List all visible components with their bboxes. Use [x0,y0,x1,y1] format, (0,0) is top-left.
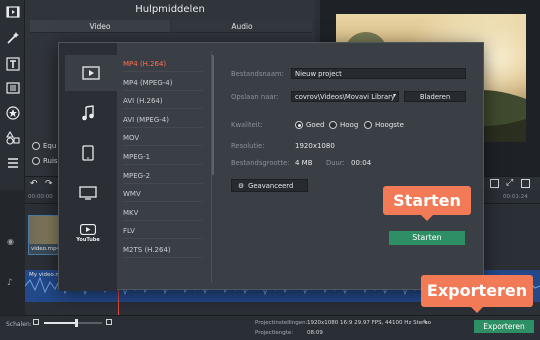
category-sidebar: YouTube [59,43,117,291]
format-item[interactable]: MKV [123,205,203,221]
undo-icon[interactable]: ↶ [30,179,38,189]
filename-field[interactable]: Nieuw project [291,68,466,79]
filesize-label: Bestandsgrootte: [231,159,290,167]
gear-icon: ⚙ [238,182,245,190]
format-item[interactable]: M2TS (H.264) [123,242,203,258]
format-item[interactable]: AVI (H.264) [123,93,203,110]
noise-radio[interactable]: Ruis [32,157,58,165]
shapes-icon[interactable] [4,129,21,146]
panel-title: Hulpmiddelen [135,4,205,15]
equalizer-radio[interactable]: Equ [32,142,56,150]
duration-value: 00:04 [351,159,372,167]
youtube-label: YouTube [76,236,100,243]
dialog-divider [211,51,212,283]
project-settings-value: 1920x1080 16:9 29.97 FPS, 44100 Hz Stere… [307,320,431,326]
ruler-start-time: 00:00:00 [28,194,53,200]
quality-good-label: Goed [306,121,325,129]
zoom-in-icon[interactable] [106,319,112,325]
radio-button[interactable] [32,157,40,165]
eye-icon[interactable]: ◉ [7,237,14,246]
category-video[interactable] [65,55,117,91]
tab-video[interactable]: Video [30,20,170,33]
quality-high-radio[interactable] [329,121,337,129]
project-settings-label: Projectinstellingen: [255,320,308,326]
tablet-icon [82,145,94,161]
save-to-label: Opslaan naar: [231,93,279,101]
export-callout: Exporteren [421,275,533,313]
clip-name: video.mp4 [31,246,61,252]
format-item[interactable]: MP4 (MPEG-4) [123,75,203,91]
advanced-button[interactable]: ⚙ Geavanceerd [231,179,308,192]
category-tv[interactable] [65,175,111,211]
quality-good-radio[interactable] [295,121,303,129]
status-bar: Schalen: Projectinstellingen: 1920x1080 … [0,315,540,340]
music-note-icon: ♪ [7,278,13,288]
tv-icon [79,186,97,200]
quality-high-label: Hoog [340,121,359,129]
path-dropdown-icon[interactable]: ▾ [393,92,396,99]
video-format-icon [82,66,100,80]
format-item[interactable]: MP4 (H.264) [123,56,203,72]
quality-label: Kwaliteit: [231,121,263,129]
format-item[interactable]: AVI (MPEG-4) [123,112,203,128]
import-media-icon[interactable] [4,3,21,20]
filename-label: Bestandsnaam: [231,70,284,78]
edit-pencil-icon[interactable]: ✎ [423,319,428,326]
format-item[interactable]: FLV [123,223,203,240]
quality-highest-radio[interactable] [364,121,372,129]
music-icon [82,105,94,121]
format-list: MP4 (H.264) MP4 (MPEG-4) AVI (H.264) AVI (M… [117,51,210,281]
browse-button[interactable]: Bladeren [404,91,466,102]
category-youtube[interactable]: YouTube [65,215,111,251]
zoom-out-icon[interactable] [33,319,39,325]
format-item[interactable]: MOV [123,130,203,147]
export-dialog: YouTube MP4 (H.264) MP4 (MPEG-4) AVI (H.26… [58,42,484,291]
export-button[interactable]: Exporteren [474,320,534,333]
radio-button[interactable] [32,142,40,150]
duration-label: Duur: [326,159,345,167]
stickers-icon[interactable] [4,104,21,121]
expand-icon[interactable]: ⤢ [506,178,513,188]
format-item[interactable]: WMV [123,186,203,203]
category-devices[interactable] [65,135,111,171]
transitions-icon[interactable] [4,79,21,96]
track-headers: ◉ ♪ [0,190,25,315]
category-audio[interactable] [65,95,111,131]
scale-label: Schalen: [6,321,32,328]
tab-audio[interactable]: Audio [172,20,312,33]
filesize-value: 4 MB [295,159,313,167]
zoom-slider[interactable] [44,319,102,327]
project-length-label: Projectlengte: [255,330,294,336]
redo-icon[interactable]: ↷ [45,179,53,189]
fullscreen-exit-icon[interactable] [490,179,499,188]
format-item[interactable]: MPEG-1 [123,149,203,165]
start-callout: Starten [383,186,471,221]
magic-wand-icon[interactable] [4,29,21,46]
resolution-value: 1920x1080 [295,142,335,150]
ruler-end-time: 00:01:24 [503,194,528,200]
start-button[interactable]: Starten [389,231,465,245]
youtube-icon [80,223,96,235]
quality-highest-label: Hoogste [375,121,404,129]
save-path-field[interactable]: covrov\Videos\Movavi Library [291,91,399,102]
left-toolbar [0,0,25,190]
project-length-value: 08:09 [307,330,323,336]
titles-icon[interactable] [4,55,21,72]
resolution-label: Resolutie: [231,142,265,150]
more-tools-icon[interactable] [4,154,21,171]
detach-preview-icon[interactable] [521,179,530,188]
format-item[interactable]: MPEG-2 [123,168,203,184]
